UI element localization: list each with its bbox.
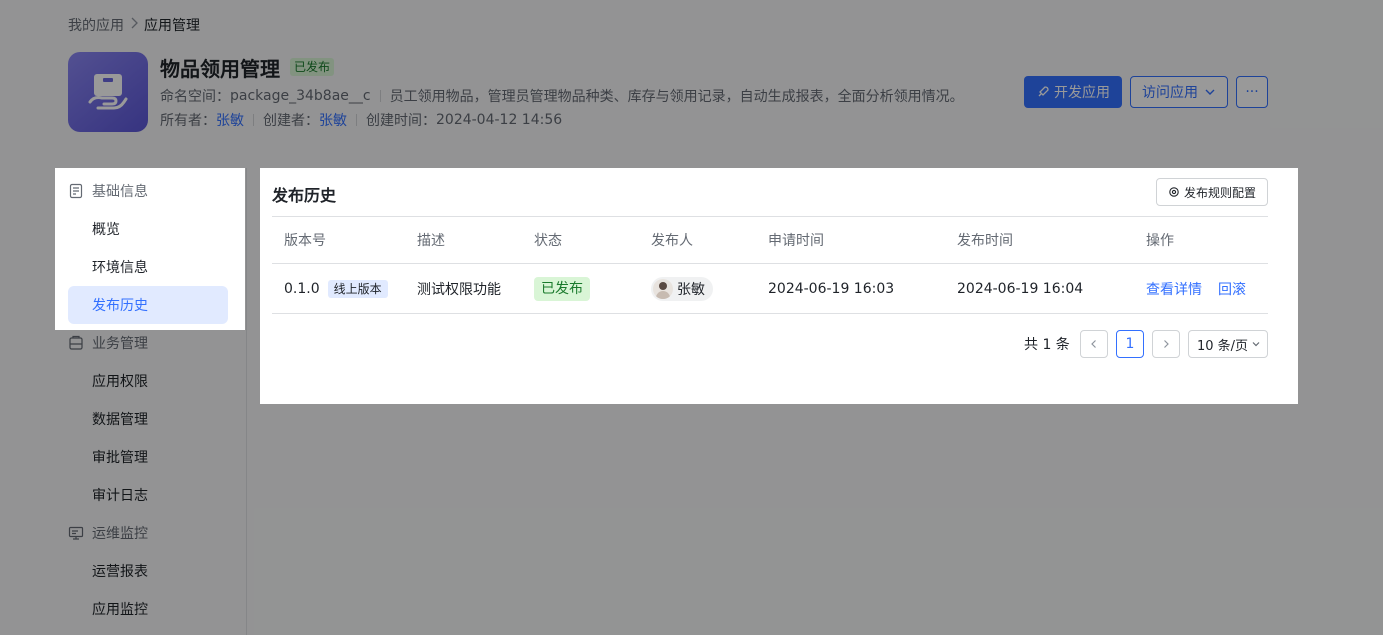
- page-size-select[interactable]: 10 条/页: [1188, 330, 1268, 358]
- col-applied-time: 申请时间: [768, 233, 824, 249]
- sidebar-item-overview[interactable]: 概览: [68, 210, 228, 248]
- sidebar-item-environment[interactable]: 环境信息: [68, 248, 228, 286]
- avatar: [653, 278, 673, 299]
- document-icon: [68, 183, 84, 199]
- table-row: 0.1.0 线上版本 测试权限功能 已发布 张敏 2024-06-19 16:0…: [272, 264, 1268, 314]
- app-management-page: 我的应用 应用管理 物品领用管理 已发布 命名空间： package_34b8a…: [0, 0, 1383, 635]
- version-cell: 0.1.0 线上版本: [284, 264, 388, 313]
- release-history-panel: 发布历史 发布规则配置 版本号 描述 状态 发布人 申请时间 发布时间 操作 0…: [260, 168, 1298, 404]
- chevron-left-icon: [1091, 340, 1096, 348]
- highlight-layer: 基础信息 概览 环境信息 发布历史 发布历史 发布规则配置 版本号 描述 状态 …: [0, 0, 1383, 635]
- sidebar-group-label: 基础信息: [92, 184, 148, 200]
- gear-icon: [1169, 187, 1179, 197]
- table-header: 版本号 描述 状态 发布人 申请时间 发布时间 操作: [272, 216, 1268, 264]
- applied-time-cell: 2024-06-19 16:03: [768, 280, 895, 297]
- rollback-link[interactable]: 回滚: [1218, 279, 1246, 299]
- version-number: 0.1.0: [284, 280, 320, 297]
- description-cell: 测试权限功能: [417, 281, 501, 298]
- release-rule-config-label: 发布规则配置: [1183, 185, 1256, 200]
- panel-title: 发布历史: [272, 186, 337, 205]
- published-time-cell: 2024-06-19 16:04: [957, 280, 1084, 297]
- publisher-cell: 张敏: [651, 264, 713, 313]
- chevron-down-icon: [1252, 342, 1260, 347]
- user-chip[interactable]: 张敏: [651, 276, 713, 301]
- release-rule-config-button[interactable]: 发布规则配置: [1156, 178, 1268, 206]
- col-version: 版本号: [284, 233, 326, 249]
- col-description: 描述: [417, 233, 445, 249]
- status-cell: 已发布: [534, 264, 590, 313]
- actions-cell: 查看详情 回滚: [1146, 264, 1262, 313]
- publisher-name: 张敏: [677, 281, 705, 298]
- sidebar-group-basic: 基础信息: [68, 179, 148, 203]
- sidebar-item-release-history[interactable]: 发布历史: [68, 286, 228, 324]
- view-detail-link[interactable]: 查看详情: [1146, 279, 1202, 299]
- chevron-right-icon: [1164, 340, 1169, 348]
- col-publisher: 发布人: [651, 233, 693, 249]
- col-published-time: 发布时间: [957, 233, 1013, 249]
- page-number-button[interactable]: 1: [1116, 330, 1144, 358]
- page-size-value: 10 条/页: [1197, 338, 1249, 354]
- status-badge: 已发布: [534, 276, 590, 301]
- pagination-total: 共 1 条: [1024, 337, 1070, 353]
- col-actions: 操作: [1146, 233, 1174, 249]
- online-version-tag: 线上版本: [327, 279, 388, 298]
- col-status: 状态: [534, 233, 562, 249]
- prev-page-button[interactable]: [1080, 330, 1108, 358]
- next-page-button[interactable]: [1152, 330, 1180, 358]
